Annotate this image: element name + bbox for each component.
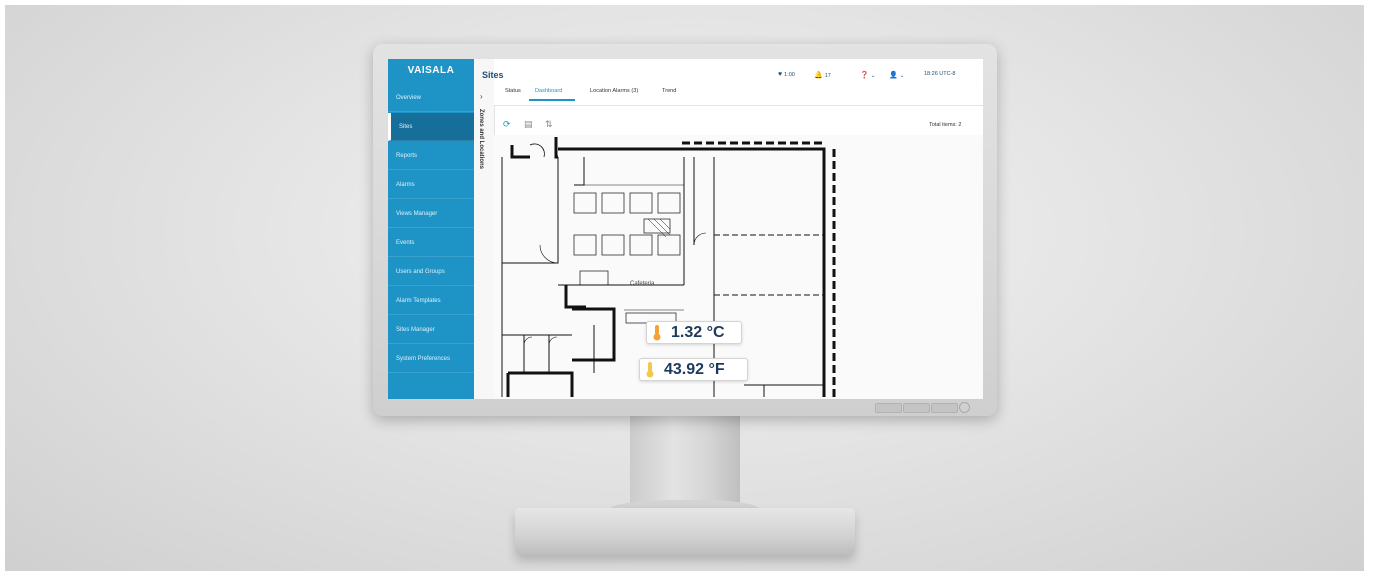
notifications[interactable]: 🔔 17	[814, 71, 831, 79]
header: Sites Status Dashboard Location Alarms (…	[482, 59, 983, 106]
user-menu[interactable]: 👤 ⌄	[889, 71, 904, 79]
room-label-cafeteria: Cafeteria	[630, 281, 655, 287]
sidebar-item-sites-manager[interactable]: Sites Manager	[388, 316, 474, 344]
monitor-screen: VAISALA Overview Sites Reports Alarms Vi…	[388, 59, 983, 399]
page-title: Sites	[482, 70, 504, 80]
chevron-down-icon: ⌄	[899, 73, 905, 79]
tab-location-alarms[interactable]: Location Alarms (3)	[590, 88, 638, 94]
sidebar-item-events[interactable]: Events	[388, 229, 474, 257]
tab-dashboard[interactable]: Dashboard	[535, 88, 562, 94]
monitor-button[interactable]	[903, 403, 930, 413]
chevron-right-icon[interactable]: ›	[480, 92, 483, 101]
sidebar-item-alarm-templates[interactable]: Alarm Templates	[388, 287, 474, 315]
tab-status[interactable]: Status	[505, 88, 521, 94]
sidebar-item-views-manager[interactable]: Views Manager	[388, 200, 474, 228]
vaisala-logo: VAISALA	[407, 65, 455, 76]
zones-panel-label: Zones and Locations	[478, 109, 484, 170]
chevron-down-icon: ⌄	[870, 73, 876, 79]
notification-count: 17	[824, 73, 831, 79]
zones-panel-toggle[interactable]: › Zones and Locations	[474, 59, 495, 399]
sensor-value: 43.92 °F	[664, 360, 725, 378]
temperature-sensor-fahrenheit[interactable]: 43.92 °F	[639, 358, 748, 381]
sidebar-item-reports[interactable]: Reports	[388, 142, 474, 170]
tab-trend[interactable]: Trend	[662, 88, 676, 94]
sidebar-item-overview[interactable]: Overview	[388, 84, 474, 112]
user-icon: 👤	[889, 72, 898, 79]
help-icon: ❓	[860, 72, 869, 79]
health-status[interactable]: ♥ 1:00	[778, 71, 795, 78]
sidebar: VAISALA Overview Sites Reports Alarms Vi…	[388, 59, 474, 399]
sidebar-item-users-and-groups[interactable]: Users and Groups	[388, 258, 474, 286]
power-button[interactable]	[959, 402, 970, 413]
refresh-icon[interactable]: ⟳	[503, 119, 511, 130]
thermometer-icon	[646, 362, 654, 378]
health-count: 1:00	[784, 72, 795, 78]
temperature-sensor-celsius[interactable]: 1.32 °C	[646, 321, 742, 344]
thermometer-icon	[653, 325, 661, 341]
sensor-value: 1.32 °C	[671, 323, 725, 341]
sort-icon[interactable]: ⇅	[545, 119, 553, 130]
help-menu[interactable]: ❓ ⌄	[860, 71, 875, 79]
sidebar-item-system-preferences[interactable]: System Preferences	[388, 345, 474, 373]
total-items: Total items: 2	[929, 122, 962, 128]
monitor-button[interactable]	[931, 403, 958, 413]
monitor-button[interactable]	[875, 403, 902, 413]
sidebar-item-sites[interactable]: Sites	[388, 113, 474, 141]
active-tab-indicator	[529, 99, 575, 101]
sidebar-item-alarms[interactable]: Alarms	[388, 171, 474, 199]
grid-icon[interactable]: ▤	[524, 119, 533, 130]
heart-icon: ♥	[778, 71, 783, 78]
monitor-stand-base	[515, 508, 855, 555]
bell-icon: 🔔	[814, 72, 823, 79]
clock: 18:26 UTC-8	[924, 71, 956, 77]
